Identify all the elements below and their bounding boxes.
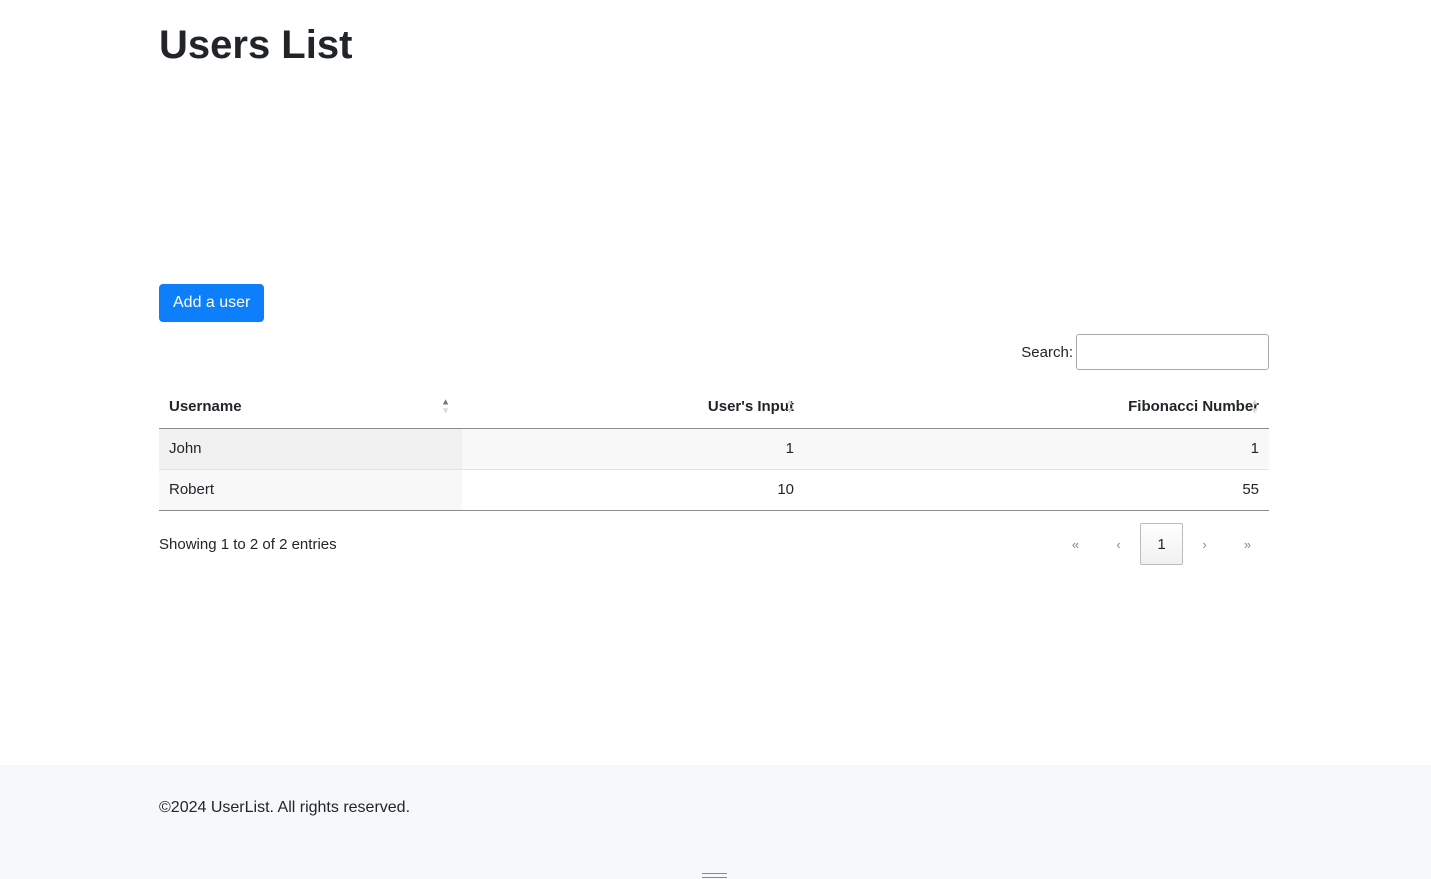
cell-fibonacci-number: 55 xyxy=(804,469,1269,511)
first-page-button[interactable]: « xyxy=(1054,523,1097,565)
column-header-fibonacci-number[interactable]: Fibonacci Number ▲ ▼ xyxy=(804,385,1269,429)
column-header-label: Fibonacci Number xyxy=(1128,397,1259,415)
users-table: Username ▲ ▼ User's Input ▲ ▼ Fibonacci Nu… xyxy=(159,385,1269,511)
next-page-button[interactable]: › xyxy=(1183,523,1226,565)
sort-ascending-icon: ▲ ▼ xyxy=(441,396,450,416)
previous-page-button[interactable]: ‹ xyxy=(1097,523,1140,565)
sort-both-icon: ▲ ▼ xyxy=(785,396,794,416)
footer-copyright: ©2024 UserList. All rights reserved. xyxy=(159,799,411,816)
sort-both-icon: ▲ ▼ xyxy=(1250,396,1259,416)
cell-users-input: 10 xyxy=(462,469,804,511)
drag-handle-icon[interactable] xyxy=(702,873,727,878)
column-header-label: User's Input xyxy=(707,397,794,415)
table-header-row: Username ▲ ▼ User's Input ▲ ▼ Fibonacci Nu… xyxy=(159,385,1269,429)
table-info: Showing 1 to 2 of 2 entries xyxy=(159,536,337,553)
cell-users-input: 1 xyxy=(462,428,804,470)
column-header-username[interactable]: Username ▲ ▼ xyxy=(159,385,462,429)
cell-username: John xyxy=(159,428,462,470)
pagination: « ‹ 1 › » xyxy=(1054,523,1269,565)
add-user-button[interactable]: Add a user xyxy=(159,284,265,322)
current-page-button[interactable]: 1 xyxy=(1140,523,1183,565)
cell-fibonacci-number: 1 xyxy=(804,428,1269,470)
table-row: John 1 1 xyxy=(159,428,1269,470)
page-footer: ©2024 UserList. All rights reserved. xyxy=(0,765,1431,879)
column-header-users-input[interactable]: User's Input ▲ ▼ xyxy=(462,385,804,429)
search-input[interactable] xyxy=(1076,334,1269,370)
table-row: Robert 10 55 xyxy=(159,469,1269,511)
column-header-label: Username xyxy=(169,397,242,415)
search-label: Search: xyxy=(1021,343,1073,361)
page-title: Users List xyxy=(159,23,353,67)
cell-username: Robert xyxy=(159,469,462,511)
search-filter: Search: xyxy=(1021,334,1269,370)
last-page-button[interactable]: » xyxy=(1226,523,1269,565)
